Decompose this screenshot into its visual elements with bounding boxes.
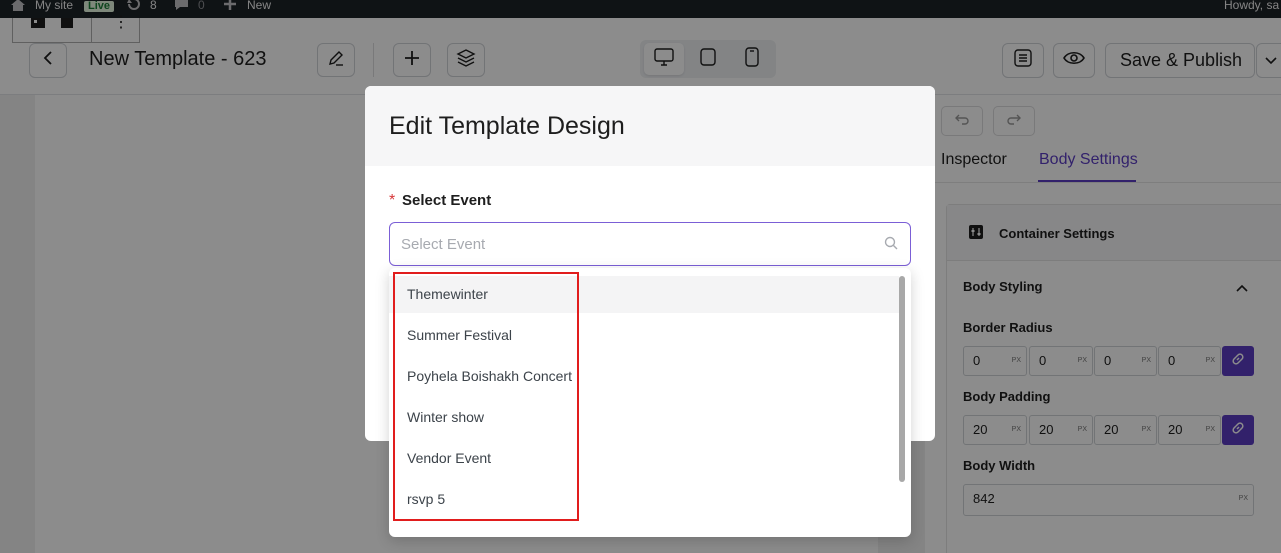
dropdown-scrollbar[interactable] bbox=[899, 276, 905, 482]
event-dropdown-list: Themewinter Summer Festival Poyhela Bois… bbox=[389, 268, 911, 537]
dropdown-option[interactable]: Summer Festival bbox=[389, 317, 899, 354]
dropdown-option[interactable]: Poyhela Boishakh Concert bbox=[389, 358, 899, 395]
modal-header: Edit Template Design bbox=[365, 86, 935, 166]
search-icon bbox=[884, 236, 898, 255]
select-event-input[interactable] bbox=[391, 224, 871, 264]
modal-title: Edit Template Design bbox=[389, 112, 625, 140]
required-mark: * bbox=[389, 192, 396, 209]
select-event-field[interactable] bbox=[389, 222, 911, 266]
dropdown-option[interactable]: rsvp 5 bbox=[389, 481, 899, 518]
select-event-label: Select Event bbox=[402, 192, 492, 209]
dropdown-option[interactable]: Themewinter bbox=[389, 276, 899, 313]
dropdown-option[interactable]: Vendor Event bbox=[389, 440, 899, 477]
dropdown-option[interactable]: Winter show bbox=[389, 399, 899, 436]
